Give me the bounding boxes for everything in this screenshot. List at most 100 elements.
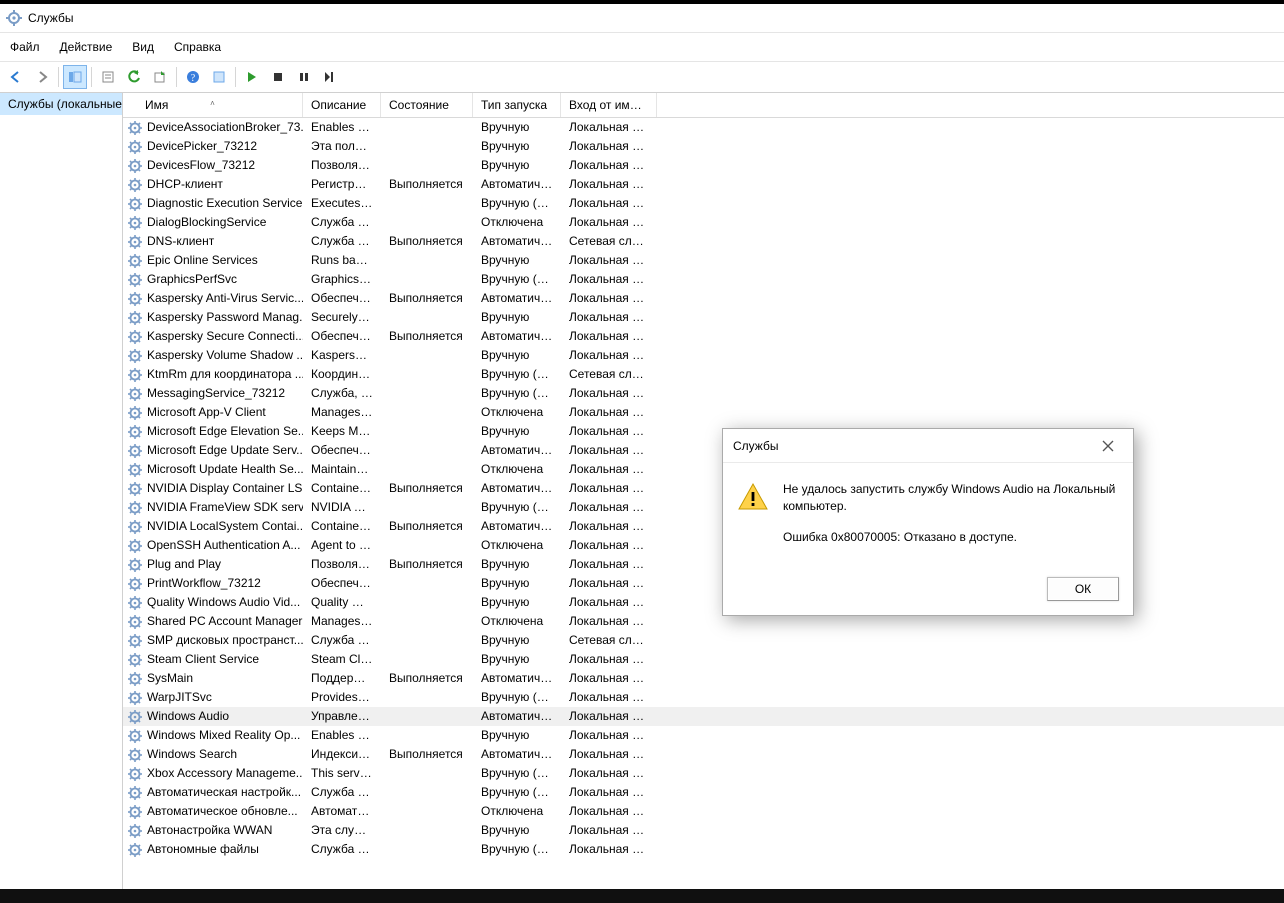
refresh-button[interactable] [122,65,146,89]
service-row[interactable]: Автономные файлыСлужба ав...Вручную (ак.… [123,840,1284,859]
service-row[interactable]: WarpJITSvcProvides a ...Вручную (ак...Ло… [123,688,1284,707]
service-desc-cell: Enables ap... [303,118,381,137]
help-button[interactable]: ? [181,65,205,89]
dialog-close-button[interactable] [1093,434,1123,458]
service-logon-cell: Локальная слу... [561,593,657,612]
service-row[interactable]: Windows Mixed Reality Op...Enables Mi...… [123,726,1284,745]
col-logon[interactable]: Вход от имени [561,93,657,117]
forward-button[interactable] [30,65,54,89]
menu-help[interactable]: Справка [174,40,221,54]
service-state-cell [381,783,473,802]
col-desc[interactable]: Описание [303,93,381,117]
service-state-cell [381,460,473,479]
service-row[interactable]: Автоматическое обновле...Автомати...Откл… [123,802,1284,821]
service-name: KtmRm для координатора ... [147,365,303,384]
service-row[interactable]: DeviceAssociationBroker_73...Enables ap.… [123,118,1284,137]
service-row[interactable]: Kaspersky Password Manag...Securely st..… [123,308,1284,327]
service-row[interactable]: SMP дисковых пространст...Служба уз...Вр… [123,631,1284,650]
back-button[interactable] [4,65,28,89]
restart-service-button[interactable] [318,65,342,89]
service-desc-cell: Служба ав... [303,783,381,802]
service-state-cell [381,384,473,403]
service-row[interactable]: Kaspersky Secure Connecti...Обеспечи...В… [123,327,1284,346]
dialog-titlebar[interactable]: Службы [723,429,1133,463]
service-logon-cell: Локальная сис... [561,536,657,555]
col-state[interactable]: Состояние [381,93,473,117]
service-row[interactable]: Windows SearchИндексир...ВыполняетсяАвто… [123,745,1284,764]
service-row[interactable]: DNS-клиентСлужба D...ВыполняетсяАвтомати… [123,232,1284,251]
service-state-cell: Выполняется [381,517,473,536]
service-desc-cell: Kaspersky ... [303,346,381,365]
service-name: Epic Online Services [147,251,258,270]
service-row[interactable]: DialogBlockingServiceСлужба б...Отключен… [123,213,1284,232]
service-name: WarpJITSvc [147,688,212,707]
service-start-cell: Автоматиче... [473,707,561,726]
service-desc-cell: Служба, о... [303,384,381,403]
service-logon-cell: Локальная сис... [561,574,657,593]
toolbar-separator [176,67,177,87]
service-desc-cell: Автомати... [303,802,381,821]
service-logon-cell: Локальная слу... [561,175,657,194]
dialog-ok-button[interactable]: ОК [1047,577,1119,601]
col-start[interactable]: Тип запуска [473,93,561,117]
menu-view[interactable]: Вид [132,40,154,54]
service-row[interactable]: Автоматическая настройк...Служба ав...Вр… [123,783,1284,802]
service-logon-cell: Локальная сис... [561,251,657,270]
service-state-cell [381,612,473,631]
service-name-cell: Автономные файлы [123,840,303,859]
service-row[interactable]: SysMainПоддержи...ВыполняетсяАвтоматиче.… [123,669,1284,688]
export-button[interactable] [148,65,172,89]
service-desc-cell: Служба б... [303,213,381,232]
service-logon-cell: Локальная слу... [561,707,657,726]
taskbar-strip [0,889,1284,903]
start-service-button[interactable] [240,65,264,89]
show-tree-button[interactable] [63,65,87,89]
service-row[interactable]: Windows AudioУправлен...Автоматиче...Лок… [123,707,1284,726]
menu-file[interactable]: Файл [10,40,40,54]
tree-root-services[interactable]: Службы (локальные) [0,93,122,115]
service-name: Kaspersky Anti-Virus Servic... [147,289,303,308]
service-row[interactable]: Kaspersky Anti-Virus Servic...Обеспечи..… [123,289,1284,308]
stop-service-button[interactable] [266,65,290,89]
service-state-cell: Выполняется [381,175,473,194]
service-row[interactable]: Diagnostic Execution ServiceExecutes di.… [123,194,1284,213]
properties-button[interactable] [96,65,120,89]
service-name-cell: GraphicsPerfSvc [123,270,303,289]
service-name-cell: NVIDIA FrameView SDK serv... [123,498,303,517]
service-row[interactable]: GraphicsPerfSvcGraphics p...Вручную (ак.… [123,270,1284,289]
service-start-cell: Вручную [473,821,561,840]
service-row[interactable]: Epic Online ServicesRuns back...ВручнуюЛ… [123,251,1284,270]
menu-action[interactable]: Действие [60,40,113,54]
service-row[interactable]: MessagingService_73212Служба, о...Вручну… [123,384,1284,403]
service-name-cell: Steam Client Service [123,650,303,669]
service-logon-cell: Локальная сис... [561,840,657,859]
service-state-cell [381,441,473,460]
service-row[interactable]: Xbox Accessory Manageme...This servic...… [123,764,1284,783]
service-state-cell: Выполняется [381,232,473,251]
service-name-cell: DNS-клиент [123,232,303,251]
service-name-cell: Windows Mixed Reality Op... [123,726,303,745]
service-logon-cell: Локальная сис... [561,194,657,213]
service-row[interactable]: Автонастройка WWANЭта служб...ВручнуюЛок… [123,821,1284,840]
service-name-cell: DHCP-клиент [123,175,303,194]
service-row[interactable]: Kaspersky Volume Shadow ...Kaspersky ...… [123,346,1284,365]
service-state-cell [381,308,473,327]
service-name: Kaspersky Password Manag... [147,308,303,327]
service-name-cell: Kaspersky Anti-Virus Servic... [123,289,303,308]
service-desc-cell: Служба ав... [303,840,381,859]
service-row[interactable]: DHCP-клиентРегистрир...ВыполняетсяАвтома… [123,175,1284,194]
pause-service-button[interactable] [292,65,316,89]
col-name[interactable]: ˄Имя [123,93,303,117]
service-state-cell [381,498,473,517]
service-row[interactable]: Microsoft App-V ClientManages A...Отключ… [123,403,1284,422]
service-name: OpenSSH Authentication A... [147,536,300,555]
service-row[interactable]: Steam Client ServiceSteam Clie...Вручную… [123,650,1284,669]
service-row[interactable]: DevicePicker_73212Эта польз...ВручнуюЛок… [123,137,1284,156]
service-name: DHCP-клиент [147,175,223,194]
service-name: DeviceAssociationBroker_73... [147,118,303,137]
service-name: DevicesFlow_73212 [147,156,255,175]
service-row[interactable]: KtmRm для координатора ...Координи...Вру… [123,365,1284,384]
help2-button[interactable] [207,65,231,89]
service-row[interactable]: DevicesFlow_73212Позволяет...ВручнуюЛока… [123,156,1284,175]
service-logon-cell: Локальная слу... [561,688,657,707]
